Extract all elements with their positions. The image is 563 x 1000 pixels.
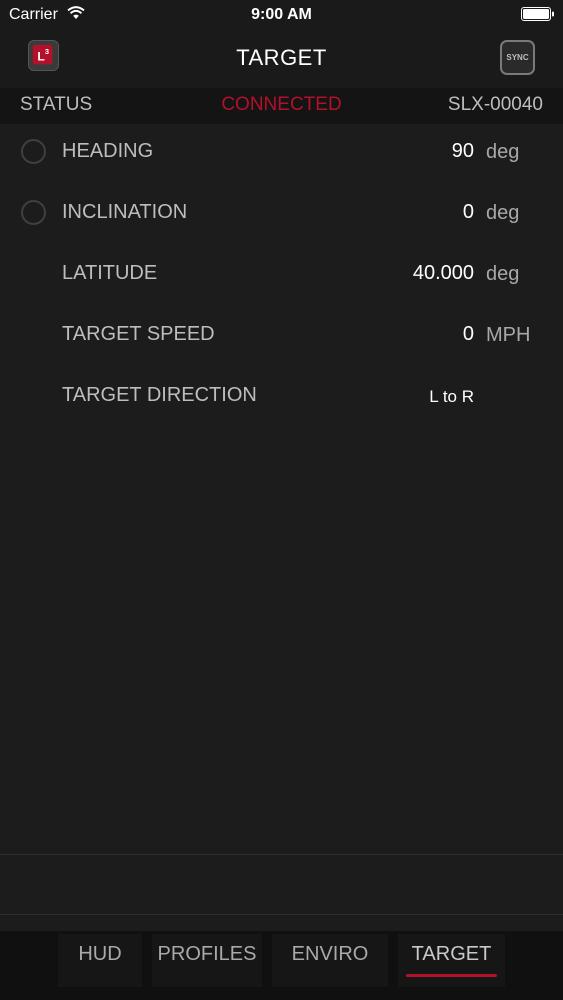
tab-label: ENVIRO (291, 943, 369, 965)
row-target-direction: TARGET DIRECTION L to R (0, 370, 563, 420)
inclination-value: 0 (462, 201, 474, 223)
row-inclination: INCLINATION 0 deg (0, 187, 563, 237)
row-latitude: LATITUDE 40.000 deg (0, 248, 563, 298)
tab-target[interactable]: TARGET (398, 934, 505, 987)
status-bar: Carrier 9:00 AM (0, 0, 563, 30)
clock: 9:00 AM (251, 6, 312, 23)
tab-label: HUD (78, 943, 122, 965)
row-label: TARGET SPEED (62, 323, 215, 345)
latitude-unit: deg (486, 263, 520, 285)
status-row: STATUS CONNECTED SLX-00040 (0, 88, 563, 124)
row-target-speed: TARGET SPEED 0 MPH (0, 309, 563, 359)
battery-icon (521, 7, 554, 21)
row-label: LATITUDE (62, 262, 158, 284)
target-speed-unit: MPH (486, 324, 531, 346)
page-title: TARGET (236, 45, 327, 70)
screen: Carrier 9:00 AM L 3 TARGET SYNC STATUS C… (0, 0, 563, 1000)
tab-label: PROFILES (157, 943, 257, 965)
active-tab-indicator (406, 974, 497, 977)
row-label: TARGET DIRECTION (62, 384, 257, 406)
tab-bar: HUD PROFILES ENVIRO TARGET (0, 931, 563, 1000)
tab-enviro[interactable]: ENVIRO (272, 934, 388, 987)
divider (0, 854, 563, 855)
row-heading: HEADING 90 deg (0, 126, 563, 176)
tab-label: TARGET (411, 943, 492, 965)
row-label: INCLINATION (62, 201, 188, 223)
tab-hud[interactable]: HUD (58, 934, 142, 987)
tab-profiles[interactable]: PROFILES (152, 934, 262, 987)
inclination-unit: deg (486, 202, 520, 224)
heading-unit: deg (486, 141, 520, 163)
inclination-radio[interactable] (21, 200, 46, 225)
divider (0, 914, 563, 915)
target-speed-value[interactable]: 0 (463, 323, 474, 346)
top-bar: Carrier 9:00 AM L 3 TARGET SYNC (0, 0, 563, 88)
row-label: HEADING (62, 140, 154, 162)
device-id: SLX-00040 (447, 94, 543, 115)
heading-radio[interactable] (21, 139, 46, 164)
heading-value: 90 (451, 140, 474, 162)
target-direction-value[interactable]: L to R (429, 387, 474, 407)
latitude-value[interactable]: 40.000 (413, 262, 474, 285)
sync-button[interactable]: SYNC (500, 40, 535, 75)
